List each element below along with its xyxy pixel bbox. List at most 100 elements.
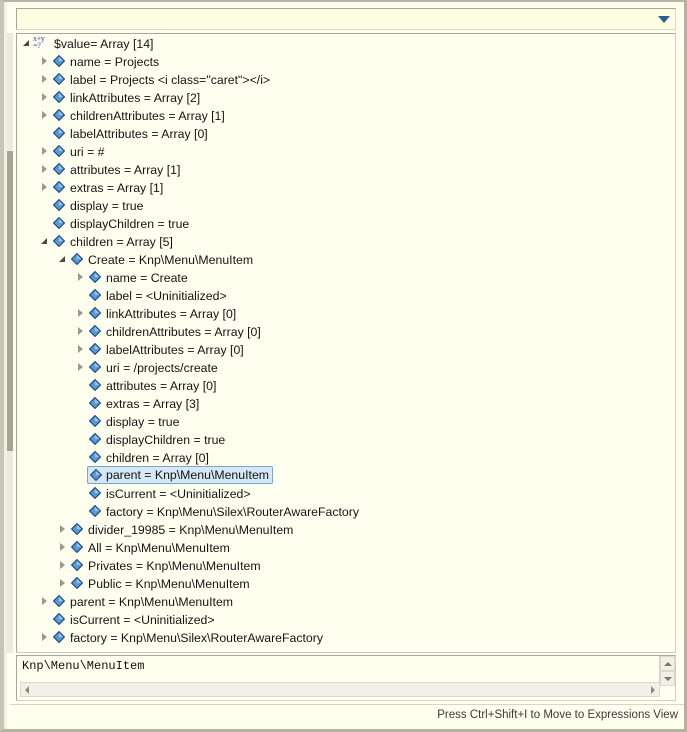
tree-row[interactable]: linkAttributes = Array [0] xyxy=(17,304,675,322)
blue-diamond-icon xyxy=(87,484,103,502)
triangle-right-icon[interactable] xyxy=(39,70,51,88)
tree-row[interactable]: factory = Knp\Menu\Silex\RouterAwareFact… xyxy=(17,502,675,520)
tree-row[interactable]: parent = Knp\Menu\MenuItem xyxy=(17,466,675,484)
triangle-right-icon[interactable] xyxy=(39,628,51,646)
detail-vertical-scrollbar[interactable] xyxy=(659,656,675,686)
arrow-left-icon[interactable] xyxy=(25,686,29,694)
tree-row[interactable]: labelAttributes = Array [0] xyxy=(17,124,675,142)
tree-row[interactable]: name = Create xyxy=(17,268,675,286)
tree-row[interactable]: Privates = Knp\Menu\MenuItem xyxy=(17,556,675,574)
tree-vertical-scrollbar[interactable] xyxy=(7,33,13,653)
tree-row[interactable]: childrenAttributes = Array [1] xyxy=(17,106,675,124)
triangle-right-icon[interactable] xyxy=(57,520,69,538)
blue-diamond-icon xyxy=(51,124,67,142)
blue-diamond-icon xyxy=(51,88,67,106)
triangle-right-icon[interactable] xyxy=(39,52,51,70)
tree-row[interactable]: extras = Array [1] xyxy=(17,178,675,196)
tree-row[interactable]: name = Projects xyxy=(17,52,675,70)
tree-row-content: extras = Array [3] xyxy=(87,394,203,412)
scrollbar-thumb[interactable] xyxy=(7,151,13,451)
blue-diamond-icon xyxy=(87,502,103,520)
blue-diamond-icon xyxy=(87,322,103,340)
tree-row-label: parent = Knp\Menu\MenuItem xyxy=(106,468,270,482)
tree-row[interactable]: labelAttributes = Array [0] xyxy=(17,340,675,358)
tree-row[interactable]: label = Projects <i class="caret"></i> xyxy=(17,70,675,88)
tree-row-label: extras = Array [1] xyxy=(70,181,164,195)
triangle-right-icon[interactable] xyxy=(39,592,51,610)
blue-diamond-icon xyxy=(51,70,67,88)
tree-row[interactable]: All = Knp\Menu\MenuItem xyxy=(17,538,675,556)
triangle-right-icon[interactable] xyxy=(75,268,87,286)
arrow-down-icon[interactable] xyxy=(660,671,675,686)
triangle-right-icon[interactable] xyxy=(57,538,69,556)
tree-row-content: labelAttributes = Array [0] xyxy=(51,124,212,142)
tree-row-label: display = true xyxy=(70,199,144,213)
triangle-right-icon[interactable] xyxy=(39,178,51,196)
tree-row[interactable]: displayChildren = true xyxy=(17,214,675,232)
triangle-right-icon[interactable] xyxy=(39,160,51,178)
tree-row-label: name = Create xyxy=(106,271,188,285)
tree-row-label: label = Projects <i class="caret"></i> xyxy=(70,73,271,87)
blue-diamond-icon xyxy=(51,214,67,232)
tree-row-content: linkAttributes = Array [0] xyxy=(87,304,240,322)
blue-diamond-icon xyxy=(87,376,103,394)
tree-row[interactable]: display = true xyxy=(17,412,675,430)
tree-row-label: linkAttributes = Array [0] xyxy=(106,307,237,321)
tree-row[interactable]: attributes = Array [0] xyxy=(17,376,675,394)
tree-row[interactable]: children = Array [5] xyxy=(17,232,675,250)
view-toolbar xyxy=(16,8,676,30)
tree-row[interactable]: uri = /projects/create xyxy=(17,358,675,376)
triangle-down-icon[interactable] xyxy=(21,34,33,52)
tree-row-content: children = Array [5] xyxy=(51,232,177,250)
tree-row-label: $value= Array [14] xyxy=(54,37,154,51)
detail-horizontal-scrollbar[interactable] xyxy=(20,682,660,697)
tree-row-content: extras = Array [1] xyxy=(51,178,167,196)
triangle-right-icon[interactable] xyxy=(75,340,87,358)
tree-row[interactable]: attributes = Array [1] xyxy=(17,160,675,178)
tree-row-content: uri = # xyxy=(51,142,109,160)
tree-row[interactable]: extras = Array [3] xyxy=(17,394,675,412)
blue-diamond-icon xyxy=(51,592,67,610)
tree-row[interactable]: childrenAttributes = Array [0] xyxy=(17,322,675,340)
tree-row-content: isCurrent = <Uninitialized> xyxy=(51,610,219,628)
tree-row-content: label = Projects <i class="caret"></i> xyxy=(51,70,274,88)
tree-row[interactable]: parent = Knp\Menu\MenuItem xyxy=(17,592,675,610)
triangle-right-icon[interactable] xyxy=(75,358,87,376)
tree-row[interactable]: isCurrent = <Uninitialized> xyxy=(17,484,675,502)
tree-row[interactable]: Public = Knp\Menu\MenuItem xyxy=(17,574,675,592)
variables-tree[interactable]: x+y =? $value= Array [14] name = Projects la… xyxy=(17,34,675,652)
tree-row-label: children = Array [5] xyxy=(70,235,173,249)
tree-row[interactable]: factory = Knp\Menu\Silex\RouterAwareFact… xyxy=(17,628,675,646)
blue-diamond-icon xyxy=(87,448,103,466)
blue-diamond-icon xyxy=(87,394,103,412)
chevron-down-icon[interactable] xyxy=(658,16,670,23)
tree-row[interactable]: uri = # xyxy=(17,142,675,160)
triangle-right-icon[interactable] xyxy=(39,106,51,124)
arrow-up-icon[interactable] xyxy=(660,656,675,671)
tree-row[interactable]: children = Array [0] xyxy=(17,448,675,466)
tree-row-content: displayChildren = true xyxy=(51,214,193,232)
tree-row[interactable]: label = <Uninitialized> xyxy=(17,286,675,304)
triangle-right-icon[interactable] xyxy=(39,142,51,160)
tree-row-content: displayChildren = true xyxy=(87,430,229,448)
tree-row[interactable]: Create = Knp\Menu\MenuItem xyxy=(17,250,675,268)
triangle-right-icon[interactable] xyxy=(39,88,51,106)
detail-pane[interactable]: Knp\Menu\MenuItem xyxy=(16,655,676,701)
tree-row-label: linkAttributes = Array [2] xyxy=(70,91,201,105)
triangle-down-icon[interactable] xyxy=(39,232,51,250)
tree-row-content: childrenAttributes = Array [0] xyxy=(87,322,265,340)
triangle-right-icon[interactable] xyxy=(75,322,87,340)
triangle-down-icon[interactable] xyxy=(57,250,69,268)
tree-row[interactable]: isCurrent = <Uninitialized> xyxy=(17,610,675,628)
tree-row[interactable]: x+y =? $value= Array [14] xyxy=(17,34,675,52)
tree-row[interactable]: display = true xyxy=(17,196,675,214)
arrow-right-icon[interactable] xyxy=(651,686,655,694)
tree-row-label: children = Array [0] xyxy=(106,451,209,465)
triangle-right-icon[interactable] xyxy=(75,304,87,322)
blue-diamond-icon xyxy=(87,304,103,322)
triangle-right-icon[interactable] xyxy=(57,556,69,574)
tree-row[interactable]: displayChildren = true xyxy=(17,430,675,448)
triangle-right-icon[interactable] xyxy=(57,574,69,592)
tree-row[interactable]: divider_19985 = Knp\Menu\MenuItem xyxy=(17,520,675,538)
tree-row[interactable]: linkAttributes = Array [2] xyxy=(17,88,675,106)
